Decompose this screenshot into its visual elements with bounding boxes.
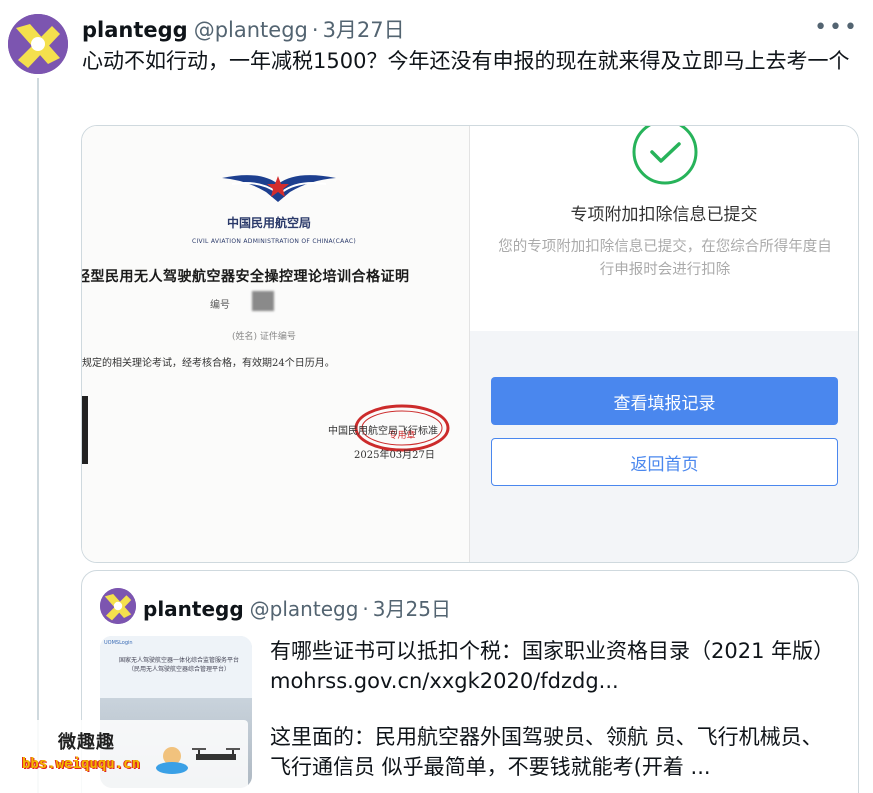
redacted-strip bbox=[82, 396, 88, 464]
separator: · bbox=[362, 597, 369, 621]
certificate-title: 轻型民用无人驾驶航空器安全操控理论培训合格证明 bbox=[82, 269, 410, 285]
back-home-button[interactable]: 返回首页 bbox=[491, 438, 838, 486]
view-records-button[interactable]: 查看填报记录 bbox=[491, 377, 838, 425]
quoted-tweet-text: 有哪些证书可以抵扣个税：国家职业资格目录（2021 年版）mohrss.gov.… bbox=[270, 636, 840, 782]
thumbnail-text: 国家无人驾驶航空器一体化综合监管服务平台（民用无人驾驶航空器综合管理平台） bbox=[118, 657, 239, 673]
quoted-author-name[interactable]: plantegg bbox=[143, 597, 244, 621]
thread-line bbox=[37, 78, 39, 793]
avatar-logo-icon bbox=[8, 14, 68, 74]
quoted-tweet-date[interactable]: 3月25日 bbox=[373, 593, 451, 622]
tweet-text: 心动不如行动，一年减税1500？今年还没有申报的现在就来得及立即马上去考一个 bbox=[82, 49, 850, 73]
quoted-author-handle[interactable]: @plantegg bbox=[250, 597, 359, 621]
quoted-tweet-header: plantegg @plantegg · 3月25日 bbox=[143, 593, 451, 621]
caac-emblem-icon bbox=[222, 175, 336, 202]
watermark-title: 微趣趣 bbox=[58, 732, 115, 753]
tax-submission-screenshot[interactable]: 专项附加扣除信息已提交 您的专项附加扣除信息已提交，在您综合所得年度自行申报时会… bbox=[470, 126, 858, 562]
quoted-author-avatar[interactable] bbox=[100, 588, 136, 624]
certificate-date: 2025年03月27日 bbox=[354, 450, 435, 461]
thumbnail-logo: UOMSLogin bbox=[104, 640, 133, 646]
watermark-url: bbs.weiququ.cn bbox=[22, 756, 141, 772]
tweet-header: plantegg @plantegg · 3月27日 bbox=[82, 14, 405, 46]
success-description: 您的专项附加扣除信息已提交，在您综合所得年度自行申报时会进行扣除 bbox=[498, 239, 832, 278]
author-name[interactable]: plantegg bbox=[82, 18, 188, 42]
drone-icon bbox=[156, 747, 240, 774]
redacted-block bbox=[252, 291, 274, 311]
certificate-photo[interactable]: 中国民用航空局 CIVIL AVIATION ADMINISTRATION OF… bbox=[82, 126, 470, 562]
success-check-icon bbox=[632, 126, 698, 185]
certificate-number-label: 编号 bbox=[210, 300, 230, 311]
certificate-name-label: (姓名) 证件编号 bbox=[232, 332, 296, 342]
avatar-logo-icon bbox=[100, 588, 136, 624]
certificate-org-cn: 中国民用航空局 bbox=[227, 216, 312, 230]
tweet-media[interactable]: 中国民用航空局 CIVIL AVIATION ADMINISTRATION OF… bbox=[81, 125, 859, 563]
quoted-text-line2: 这里面的：民用航空器外国驾驶员、领航 员、飞行机械员、飞行通信员 似乎最简单，不… bbox=[270, 725, 823, 779]
certificate-org-en: CIVIL AVIATION ADMINISTRATION OF CHINA(C… bbox=[192, 238, 357, 245]
certificate-issuer: 中国民用航空局飞行标准 bbox=[328, 426, 438, 437]
author-avatar[interactable] bbox=[8, 14, 68, 74]
author-handle[interactable]: @plantegg bbox=[194, 18, 308, 42]
success-title: 专项附加扣除信息已提交 bbox=[570, 205, 758, 225]
separator: · bbox=[311, 18, 319, 42]
certificate-body: 规定的相关理论考试，经考核合格，有效期24个日历月。 bbox=[82, 358, 335, 369]
quoted-text-line1: 有哪些证书可以抵扣个税：国家职业资格目录（2021 年版）mohrss.gov.… bbox=[270, 639, 835, 693]
tweet-date[interactable]: 3月27日 bbox=[323, 14, 405, 44]
more-options-icon[interactable]: ••• bbox=[814, 15, 859, 40]
